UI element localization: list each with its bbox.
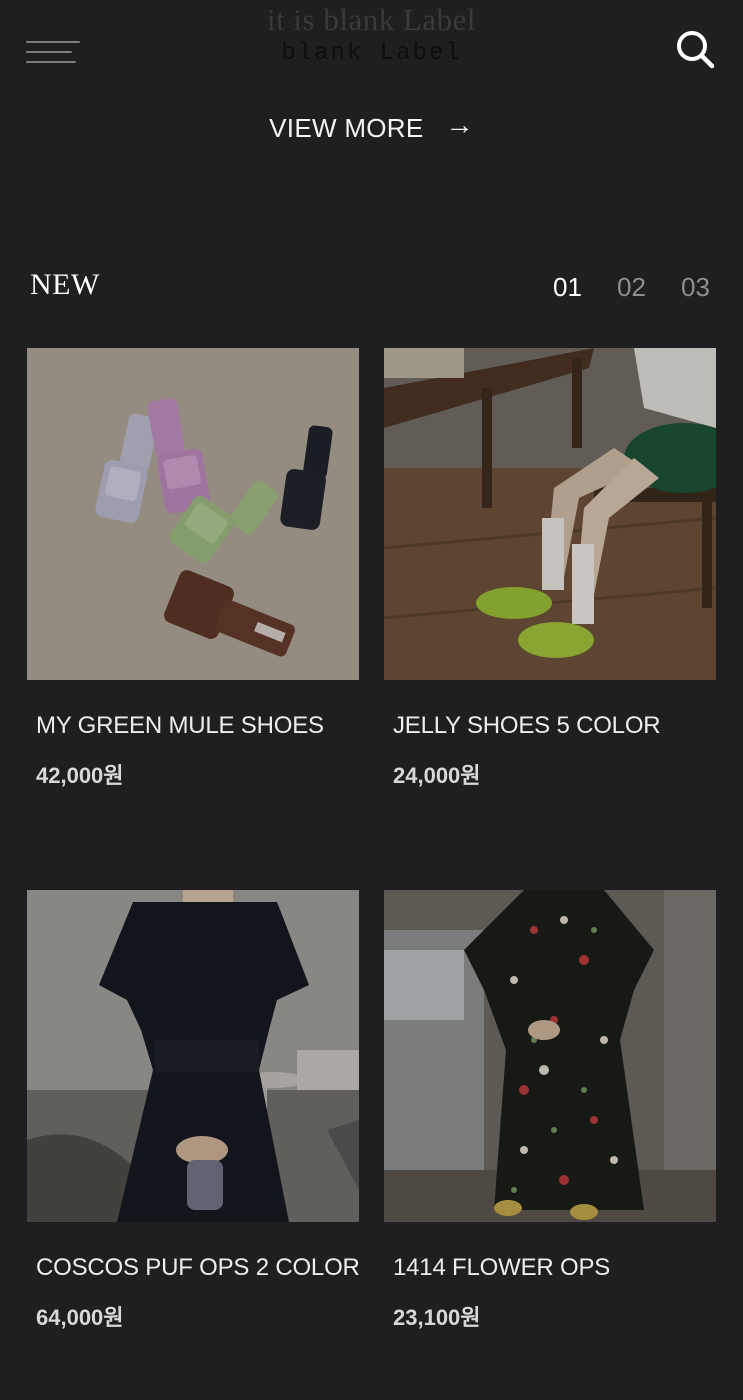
- page-tab-03[interactable]: 03: [681, 272, 710, 303]
- product-image[interactable]: [27, 348, 359, 680]
- view-more-link[interactable]: VIEW MORE →: [0, 111, 743, 145]
- product-name[interactable]: 1414 FLOWER OPS: [393, 1254, 610, 1282]
- page-tab-01[interactable]: 01: [553, 272, 582, 303]
- search-icon[interactable]: [674, 28, 716, 70]
- product-image[interactable]: [27, 890, 359, 1222]
- product-card[interactable]: COSCOS PUF OPS 2 COLOR 64,000원: [27, 890, 360, 1330]
- product-price: 23,100원: [393, 1305, 481, 1330]
- product-name[interactable]: MY GREEN MULE SHOES: [36, 712, 324, 740]
- arrow-right-icon: →: [445, 109, 474, 140]
- product-name[interactable]: COSCOS PUF OPS 2 COLOR: [36, 1254, 360, 1282]
- header-faded-title: it is blank Label: [266, 2, 477, 37]
- product-price: 24,000원: [393, 763, 481, 788]
- product-card[interactable]: MY GREEN MULE SHOES 42,000원: [27, 348, 359, 788]
- product-card[interactable]: JELLY SHOES 5 COLOR 24,000원: [384, 348, 716, 788]
- product-price: 64,000원: [36, 1305, 124, 1330]
- header: it is blank Label blank Label: [0, 0, 743, 90]
- product-image[interactable]: [384, 348, 716, 680]
- brand-logo[interactable]: blank Label: [0, 40, 743, 67]
- product-card[interactable]: 1414 FLOWER OPS 23,100원: [384, 890, 716, 1330]
- product-name[interactable]: JELLY SHOES 5 COLOR: [393, 712, 661, 740]
- section-title-new: NEW: [30, 268, 100, 301]
- product-price: 42,000원: [36, 763, 124, 788]
- page-tab-02[interactable]: 02: [617, 272, 646, 303]
- view-more-label: VIEW MORE: [269, 112, 424, 143]
- product-image[interactable]: [384, 890, 716, 1222]
